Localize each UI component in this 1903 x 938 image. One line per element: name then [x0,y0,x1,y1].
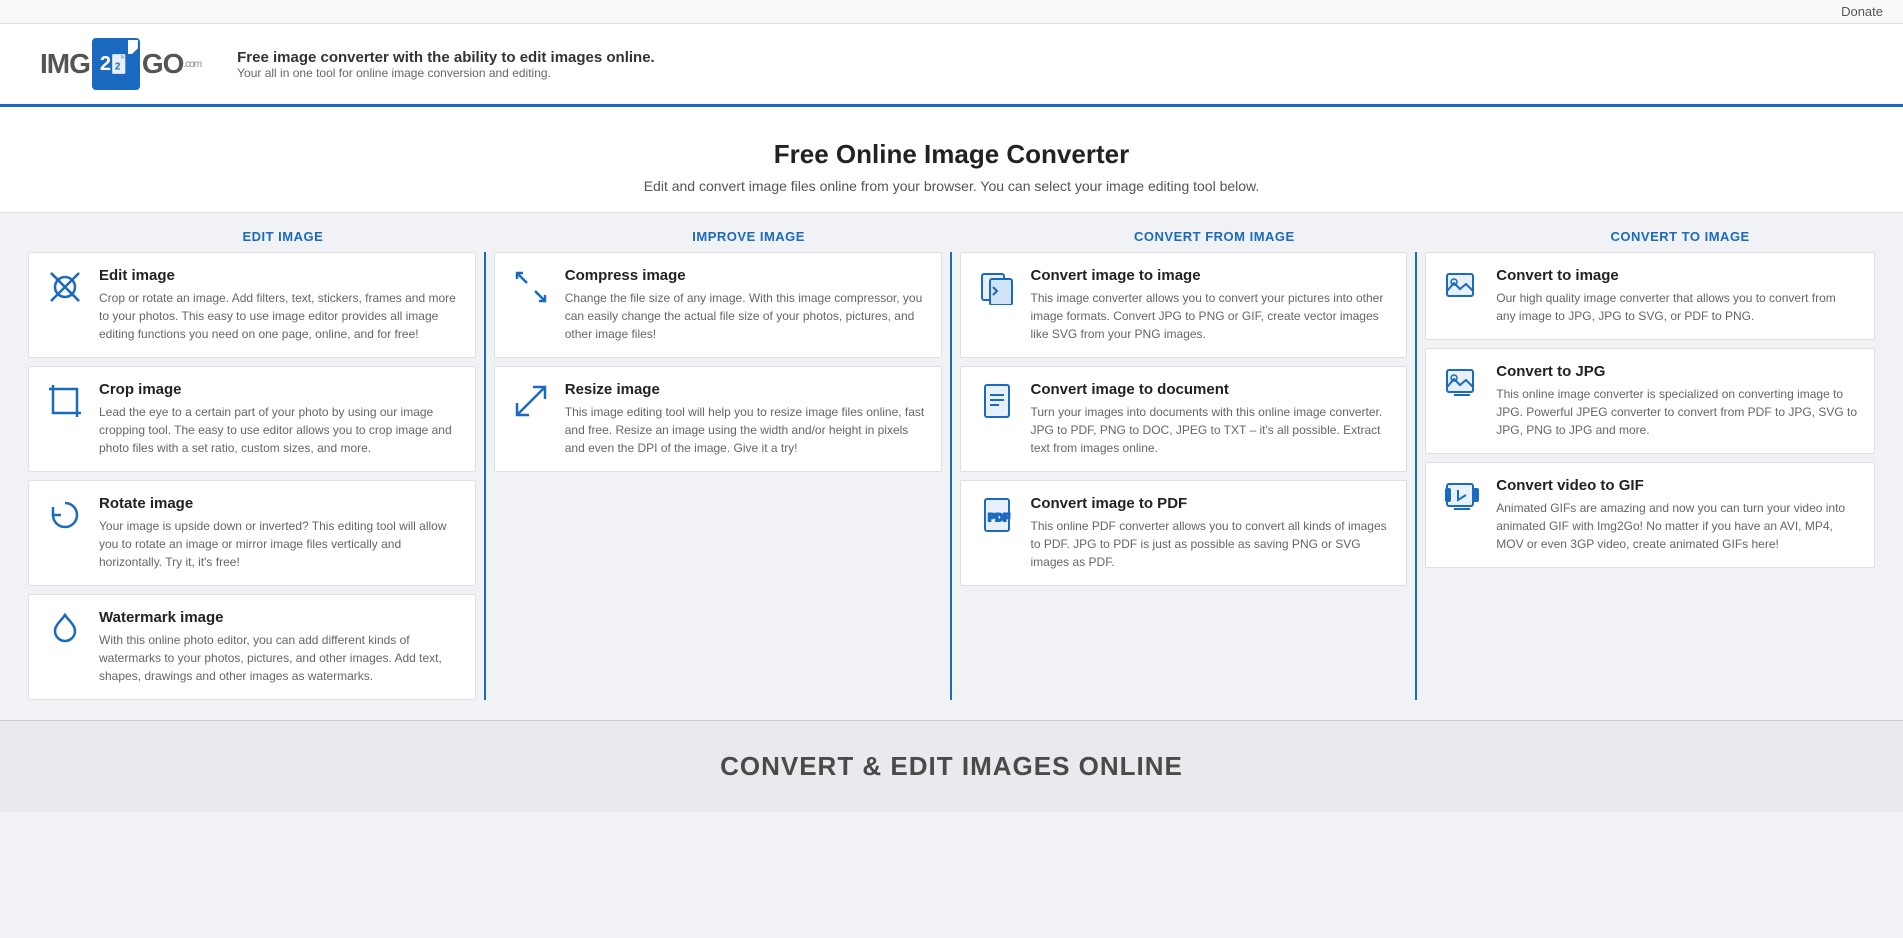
card-img-to-img-body: This image converter allows you to conve… [1031,289,1391,343]
to-gif-icon [1442,477,1482,517]
col-edit: Edit image Crop or rotate an image. Add … [20,252,486,700]
card-to-jpg-title: Convert to JPG [1496,363,1858,380]
card-to-gif[interactable]: Convert video to GIF Animated GIFs are a… [1425,462,1875,568]
card-img-to-img[interactable]: Convert image to image This image conver… [960,252,1408,358]
columns-header: EDIT IMAGE IMPROVE IMAGE CONVERT FROM IM… [0,213,1903,252]
card-img-to-pdf-body: This online PDF converter allows you to … [1031,517,1391,571]
card-to-jpg-text: Convert to JPG This online image convert… [1496,363,1858,439]
tagline-main: Free image converter with the ability to… [237,49,655,66]
card-to-image-text: Convert to image Our high quality image … [1496,267,1858,325]
card-compress-title: Compress image [565,267,925,284]
card-img-to-doc[interactable]: Convert image to document Turn your imag… [960,366,1408,472]
logo-num: 2 [92,38,140,90]
watermark-icon [45,609,85,649]
header: IMG 2 GO .com Free image converter with … [0,24,1903,107]
top-bar: Donate [0,0,1903,24]
card-to-jpg[interactable]: Convert to JPG This online image convert… [1425,348,1875,454]
card-compress-text: Compress image Change the file size of a… [565,267,925,343]
to-jpg-icon [1442,363,1482,403]
card-img-to-doc-text: Convert image to document Turn your imag… [1031,381,1391,457]
card-edit-title: Edit image [99,267,459,284]
svg-text:PDF: PDF [988,512,1010,524]
edit-icon [45,267,85,307]
card-img-to-doc-body: Turn your images into documents with thi… [1031,403,1391,457]
col-convert-from: Convert image to image This image conver… [952,252,1418,700]
col-convert-to: Convert to image Our high quality image … [1417,252,1883,700]
logo-pre: IMG [40,48,90,80]
donate-link[interactable]: Donate [1841,4,1883,19]
card-resize-image[interactable]: Resize image This image editing tool wil… [494,366,942,472]
rotate-icon [45,495,85,535]
tagline-sub: Your all in one tool for online image co… [237,66,655,80]
card-crop-body: Lead the eye to a certain part of your p… [99,403,459,457]
card-rotate-title: Rotate image [99,495,459,512]
card-watermark-body: With this online photo editor, you can a… [99,631,459,685]
footer-section: CONVERT & EDIT IMAGES ONLINE [0,720,1903,812]
logo[interactable]: IMG 2 GO .com [40,38,201,90]
card-compress-image[interactable]: Compress image Change the file size of a… [494,252,942,358]
card-img-to-pdf[interactable]: PDF Convert image to PDF This online PDF… [960,480,1408,586]
logo-post: GO [142,48,184,80]
col-header-edit: EDIT IMAGE [20,229,486,244]
card-img-to-img-text: Convert image to image This image conver… [1031,267,1391,343]
to-image-icon [1442,267,1482,307]
card-img-to-pdf-title: Convert image to PDF [1031,495,1391,512]
card-compress-body: Change the file size of any image. With … [565,289,925,343]
card-rotate-body: Your image is upside down or inverted? T… [99,517,459,571]
card-rotate-image[interactable]: Rotate image Your image is upside down o… [28,480,476,586]
card-crop-title: Crop image [99,381,459,398]
crop-icon [45,381,85,421]
card-img-to-doc-title: Convert image to document [1031,381,1391,398]
card-to-image[interactable]: Convert to image Our high quality image … [1425,252,1875,340]
card-edit-text: Edit image Crop or rotate an image. Add … [99,267,459,343]
card-to-gif-text: Convert video to GIF Animated GIFs are a… [1496,477,1858,553]
card-resize-body: This image editing tool will help you to… [565,403,925,457]
card-crop-image[interactable]: Crop image Lead the eye to a certain par… [28,366,476,472]
main-grid: Edit image Crop or rotate an image. Add … [0,252,1903,720]
col-header-improve: IMPROVE IMAGE [486,229,952,244]
img-to-pdf-icon: PDF [977,495,1017,535]
card-edit-body: Crop or rotate an image. Add filters, te… [99,289,459,343]
card-to-image-body: Our high quality image converter that al… [1496,289,1858,325]
card-to-gif-title: Convert video to GIF [1496,477,1858,494]
card-img-to-img-title: Convert image to image [1031,267,1391,284]
logo-com: .com [183,59,201,70]
card-to-jpg-body: This online image converter is specializ… [1496,385,1858,439]
card-resize-text: Resize image This image editing tool wil… [565,381,925,457]
compress-icon [511,267,551,307]
hero-section: Free Online Image Converter Edit and con… [0,107,1903,213]
card-watermark-title: Watermark image [99,609,459,626]
card-watermark-text: Watermark image With this online photo e… [99,609,459,685]
col-improve: Compress image Change the file size of a… [486,252,952,700]
col-header-to: CONVERT TO IMAGE [1417,229,1883,244]
img-to-doc-icon [977,381,1017,421]
hero-title: Free Online Image Converter [20,139,1883,170]
card-edit-image[interactable]: Edit image Crop or rotate an image. Add … [28,252,476,358]
card-crop-text: Crop image Lead the eye to a certain par… [99,381,459,457]
img-to-img-icon [977,267,1017,307]
card-to-gif-body: Animated GIFs are amazing and now you ca… [1496,499,1858,553]
card-resize-title: Resize image [565,381,925,398]
hero-subtitle: Edit and convert image files online from… [20,178,1883,194]
logo-area: IMG 2 GO .com Free image converter with … [40,38,655,90]
card-to-image-title: Convert to image [1496,267,1858,284]
card-img-to-pdf-text: Convert image to PDF This online PDF con… [1031,495,1391,571]
col-header-from: CONVERT FROM IMAGE [952,229,1418,244]
card-watermark-image[interactable]: Watermark image With this online photo e… [28,594,476,700]
footer-title: CONVERT & EDIT IMAGES ONLINE [20,751,1883,782]
card-rotate-text: Rotate image Your image is upside down o… [99,495,459,571]
header-tagline: Free image converter with the ability to… [237,49,655,80]
resize-icon [511,381,551,421]
